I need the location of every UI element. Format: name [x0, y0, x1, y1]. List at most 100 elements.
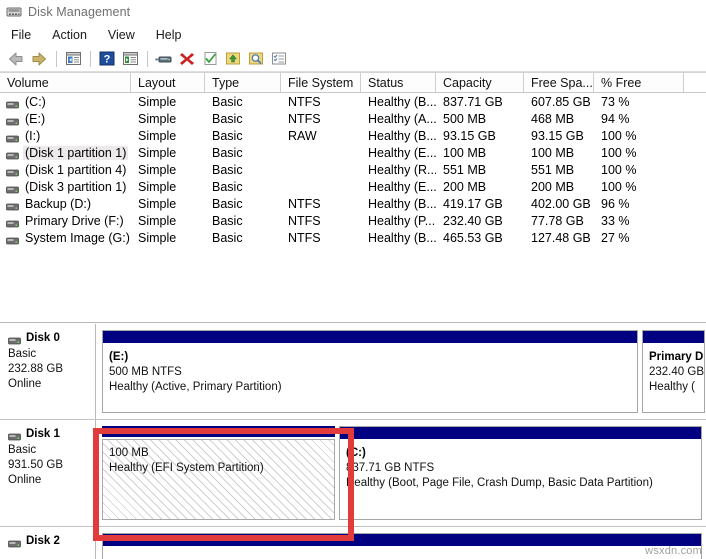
- disk-management-window: Disk Management File Action View Help: [0, 0, 706, 559]
- volume-label: System Image (G:): [25, 231, 130, 245]
- cell-volume: (E:): [0, 112, 131, 126]
- list-view-button[interactable]: [268, 48, 290, 70]
- menu-item-view[interactable]: View: [105, 26, 144, 44]
- partition-size: 100 MB: [109, 446, 334, 461]
- cell-type: Basic: [205, 231, 281, 245]
- cell-free-space: 551 MB: [524, 163, 594, 177]
- rescan-disks-button[interactable]: [153, 48, 175, 70]
- cell-capacity: 837.71 GB: [436, 95, 524, 109]
- partition-block[interactable]: [102, 533, 702, 559]
- cell-percent-free: 100 %: [594, 163, 684, 177]
- cell-percent-free: 94 %: [594, 112, 684, 126]
- cell-volume: (Disk 1 partition 1): [0, 146, 131, 160]
- volume-row[interactable]: (Disk 1 partition 1)SimpleBasicHealthy (…: [0, 144, 706, 161]
- partition-color-bar: [340, 427, 701, 440]
- cell-file-system: NTFS: [281, 95, 361, 109]
- cell-free-space: 200 MB: [524, 180, 594, 194]
- cell-free-space: 77.78 GB: [524, 214, 594, 228]
- column-header-free[interactable]: % Free: [594, 73, 684, 92]
- cell-layout: Simple: [131, 112, 205, 126]
- volume-row[interactable]: (I:)SimpleBasicRAWHealthy (B...93.15 GB9…: [0, 127, 706, 144]
- cell-layout: Simple: [131, 231, 205, 245]
- volume-drive-icon: [6, 183, 19, 191]
- forward-button[interactable]: [28, 48, 50, 70]
- disk-size: 232.88 GB: [8, 362, 95, 377]
- show-hide-console-tree-button[interactable]: [62, 48, 84, 70]
- column-header-volume[interactable]: Volume: [0, 73, 131, 92]
- show-action-pane-button[interactable]: [119, 48, 141, 70]
- disk-type: Basic: [8, 443, 95, 458]
- cell-free-space: 468 MB: [524, 112, 594, 126]
- partition-block[interactable]: (C:)837.71 GB NTFSHealthy (Boot, Page Fi…: [339, 426, 702, 520]
- cell-layout: Simple: [131, 129, 205, 143]
- volume-row[interactable]: System Image (G:)SimpleBasicNTFSHealthy …: [0, 229, 706, 246]
- volume-label: (Disk 1 partition 4): [25, 163, 126, 177]
- partition-strip: 100 MBHealthy (EFI System Partition)(C:)…: [96, 420, 706, 526]
- disk-info-panel[interactable]: Disk 2: [0, 527, 96, 559]
- partition-details: Primary D232.40 GBHealthy (: [643, 344, 704, 412]
- column-header-free-spa[interactable]: Free Spa...: [524, 73, 594, 92]
- format-button[interactable]: [199, 48, 221, 70]
- partition-block[interactable]: Primary D232.40 GBHealthy (: [642, 330, 705, 413]
- cell-type: Basic: [205, 95, 281, 109]
- delete-volume-button[interactable]: [176, 48, 198, 70]
- volume-drive-icon: [6, 149, 19, 157]
- column-header-file-system[interactable]: File System: [281, 73, 361, 92]
- cell-type: Basic: [205, 129, 281, 143]
- cell-capacity: 551 MB: [436, 163, 524, 177]
- column-header-capacity[interactable]: Capacity: [436, 73, 524, 92]
- cell-layout: Simple: [131, 214, 205, 228]
- volume-list-rows: (C:)SimpleBasicNTFSHealthy (B...837.71 G…: [0, 93, 706, 246]
- help-button[interactable]: ?: [96, 48, 118, 70]
- menu-item-file[interactable]: File: [8, 26, 40, 44]
- cell-status: Healthy (P...: [361, 214, 436, 228]
- volume-label: (I:): [25, 129, 40, 143]
- volume-list-header: VolumeLayoutTypeFile SystemStatusCapacit…: [0, 72, 706, 93]
- partition-status: Healthy (: [649, 380, 704, 395]
- cell-status: Healthy (A...: [361, 112, 436, 126]
- cell-type: Basic: [205, 163, 281, 177]
- volume-row[interactable]: (Disk 1 partition 4)SimpleBasicHealthy (…: [0, 161, 706, 178]
- partition-strip: (E:)500 MB NTFSHealthy (Active, Primary …: [96, 324, 706, 419]
- disk-info-panel[interactable]: Disk 0Basic232.88 GBOnline: [0, 324, 96, 419]
- partition-size: 232.40 GB: [649, 365, 704, 380]
- volume-row[interactable]: (Disk 3 partition 1)SimpleBasicHealthy (…: [0, 178, 706, 195]
- volume-row[interactable]: Backup (D:)SimpleBasicNTFSHealthy (B...4…: [0, 195, 706, 212]
- menu-item-action[interactable]: Action: [49, 26, 96, 44]
- volume-drive-icon: [6, 200, 19, 208]
- partition-efi[interactable]: 100 MBHealthy (EFI System Partition): [102, 426, 335, 520]
- toolbar-separator: [56, 51, 57, 67]
- cell-free-space: 93.15 GB: [524, 129, 594, 143]
- column-header-layout[interactable]: Layout: [131, 73, 205, 92]
- menu-item-help[interactable]: Help: [153, 26, 191, 44]
- cell-free-space: 100 MB: [524, 146, 594, 160]
- column-header-type[interactable]: Type: [205, 73, 281, 92]
- volume-list-pane: VolumeLayoutTypeFile SystemStatusCapacit…: [0, 72, 706, 323]
- volume-drive-icon: [6, 166, 19, 174]
- toolbar-separator: [147, 51, 148, 67]
- volume-row[interactable]: Primary Drive (F:)SimpleBasicNTFSHealthy…: [0, 212, 706, 229]
- partition-block[interactable]: (E:)500 MB NTFSHealthy (Active, Primary …: [102, 330, 638, 413]
- cell-layout: Simple: [131, 163, 205, 177]
- cell-type: Basic: [205, 214, 281, 228]
- cell-percent-free: 33 %: [594, 214, 684, 228]
- svg-text:?: ?: [104, 54, 111, 66]
- cell-free-space: 607.85 GB: [524, 95, 594, 109]
- volume-row[interactable]: (C:)SimpleBasicNTFSHealthy (B...837.71 G…: [0, 93, 706, 110]
- cell-status: Healthy (B...: [361, 95, 436, 109]
- cell-percent-free: 100 %: [594, 146, 684, 160]
- volume-row[interactable]: (E:)SimpleBasicNTFSHealthy (A...500 MB46…: [0, 110, 706, 127]
- properties-button[interactable]: [245, 48, 267, 70]
- disk-drive-icon: [8, 335, 21, 343]
- extend-volume-button[interactable]: [222, 48, 244, 70]
- back-button[interactable]: [5, 48, 27, 70]
- volume-drive-icon: [6, 98, 19, 106]
- disk-info-panel[interactable]: Disk 1Basic931.50 GBOnline: [0, 420, 96, 526]
- disk-block: Disk 1Basic931.50 GBOnline100 MBHealthy …: [0, 420, 706, 527]
- partition-color-bar: [103, 331, 637, 344]
- partition-color-bar: [102, 426, 335, 439]
- column-header-status[interactable]: Status: [361, 73, 436, 92]
- partition-title: (C:): [346, 446, 701, 461]
- cell-type: Basic: [205, 180, 281, 194]
- cell-status: Healthy (B...: [361, 129, 436, 143]
